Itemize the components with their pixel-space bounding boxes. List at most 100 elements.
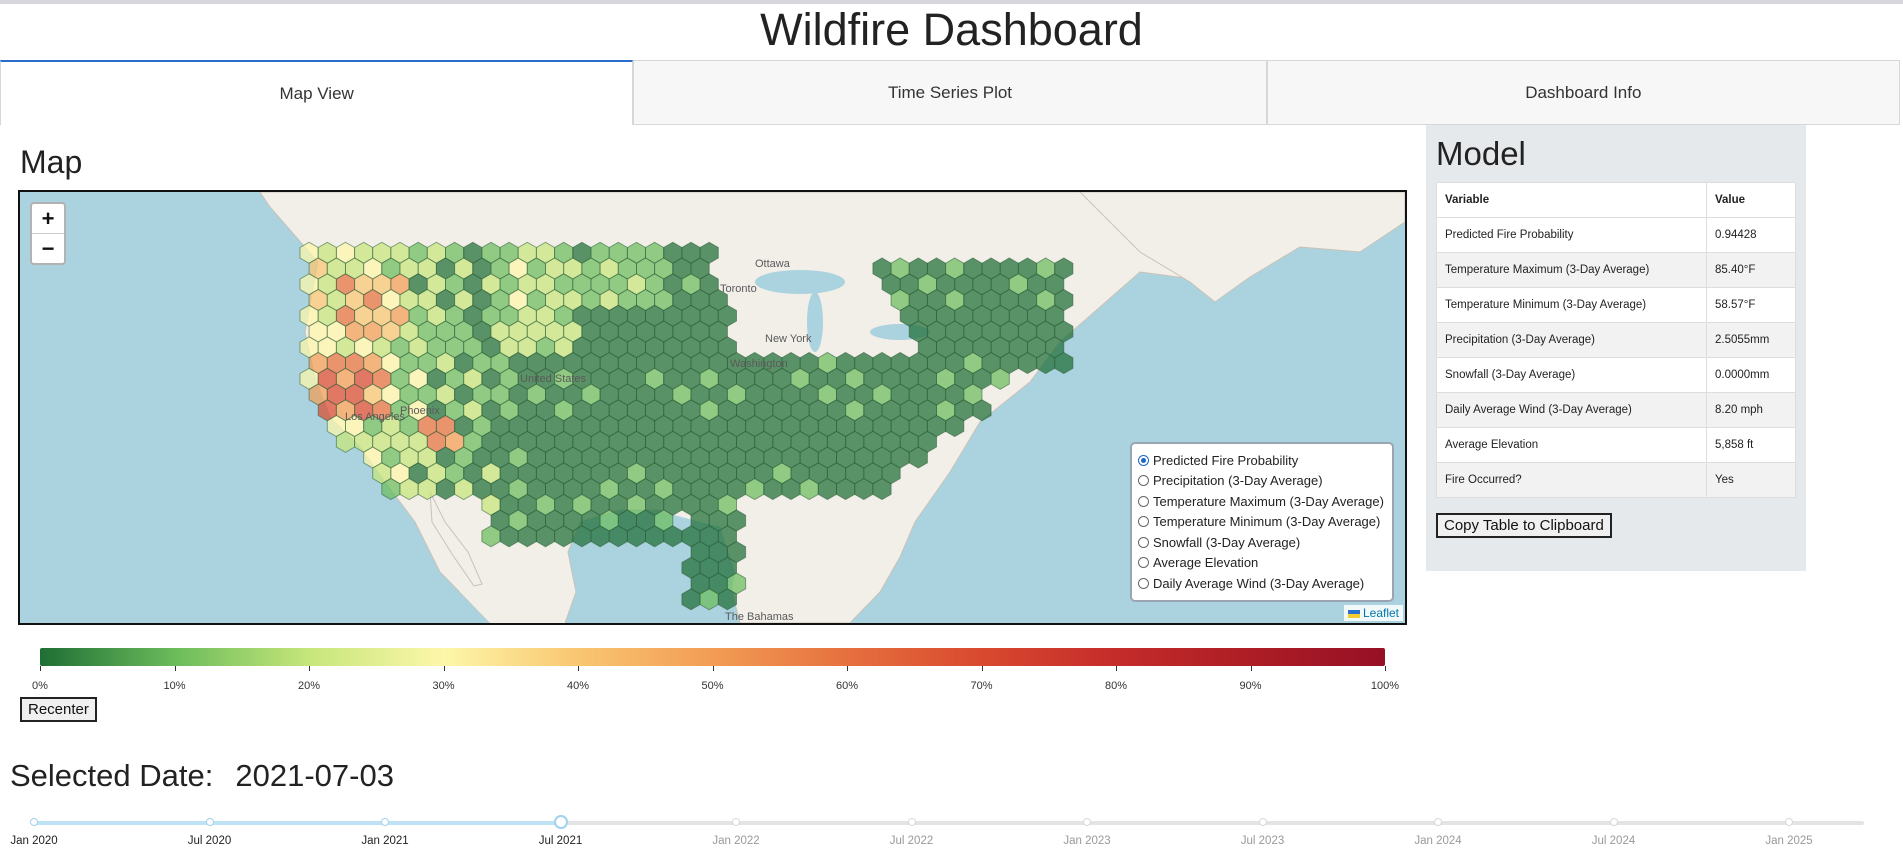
tab-time-series-plot[interactable]: Time Series Plot	[633, 60, 1267, 125]
hex-cell[interactable]	[435, 477, 456, 501]
hex-cell[interactable]	[763, 477, 783, 501]
hex-cell[interactable]	[781, 477, 801, 501]
hex-cell[interactable]	[799, 477, 819, 501]
column-header: Variable	[1436, 182, 1707, 218]
slider-mark-dot[interactable]	[1434, 818, 1442, 826]
zoom-out-button[interactable]: −	[32, 233, 64, 263]
hex-cell[interactable]	[972, 399, 992, 422]
map-attribution[interactable]: Leaflet	[1343, 605, 1403, 621]
hex-cell[interactable]	[399, 477, 419, 501]
slider-mark-label[interactable]: Jul 2023	[1241, 835, 1284, 847]
layer-option[interactable]: Daily Average Wind (3-Day Average)	[1138, 573, 1386, 594]
radio-icon[interactable]	[1138, 454, 1149, 466]
hex-cell[interactable]	[381, 477, 401, 501]
slider-mark-dot[interactable]	[1083, 818, 1091, 826]
table-row: Predicted Fire Probability 0.94428	[1436, 217, 1796, 253]
layer-option[interactable]: Snowfall (3-Day Average)	[1138, 532, 1386, 553]
slider-track	[34, 821, 561, 825]
map-container[interactable]: Ottawa Toronto New York Washington United St…	[18, 190, 1407, 625]
map-place-label: Phoenix	[400, 405, 440, 417]
hex-cell[interactable]	[645, 525, 665, 548]
hex-cell[interactable]	[517, 525, 537, 548]
hex-cell[interactable]	[590, 525, 610, 548]
variable-cell: Temperature Minimum (3-Day Average)	[1436, 287, 1707, 323]
hex-cell[interactable]	[1036, 351, 1056, 375]
hex-cell[interactable]	[626, 525, 646, 548]
layer-option-label: Temperature Minimum (3-Day Average)	[1153, 514, 1381, 530]
hex-cell[interactable]	[945, 414, 965, 438]
slider-mark-label[interactable]: Jan 2020	[10, 835, 57, 847]
hex-cell[interactable]	[481, 525, 501, 548]
slider-handle[interactable]	[553, 815, 568, 829]
hex-cell[interactable]	[836, 477, 856, 501]
value-cell: 0.0000mm	[1706, 357, 1796, 393]
radio-icon[interactable]	[1138, 495, 1149, 507]
model-heading: Model	[1436, 135, 1526, 172]
radio-icon[interactable]	[1138, 475, 1149, 487]
hex-cell[interactable]	[535, 525, 556, 548]
slider-mark-dot[interactable]	[381, 818, 389, 826]
layer-option[interactable]: Temperature Maximum (3-Day Average)	[1138, 491, 1386, 512]
slider-mark-label[interactable]: Jan 2022	[712, 835, 759, 847]
hex-cell[interactable]	[908, 446, 928, 469]
map-place-label: Ottawa	[755, 258, 791, 270]
hex-cell[interactable]	[499, 525, 519, 548]
slider-mark-label[interactable]: Jan 2023	[1063, 835, 1110, 847]
slider-mark-dot[interactable]	[1785, 818, 1793, 826]
layer-option[interactable]: Predicted Fire Probability	[1138, 450, 1386, 471]
hex-cell[interactable]	[699, 588, 719, 611]
slider-mark-label[interactable]: Jul 2024	[1592, 835, 1635, 847]
slider-mark-dot[interactable]	[205, 818, 214, 826]
radio-icon[interactable]	[1138, 536, 1149, 548]
tab-map-view[interactable]: Map View	[0, 60, 634, 125]
copy-table-button[interactable]: Copy Table to Clipboard	[1436, 513, 1612, 538]
zoom-in-button[interactable]: +	[32, 204, 64, 233]
hex-cell[interactable]	[1017, 351, 1038, 375]
slider-mark-label[interactable]: Jan 2021	[361, 835, 408, 847]
selected-date: Selected Date: 2021-07-03	[10, 758, 394, 794]
hex-cell[interactable]	[554, 525, 574, 548]
colorbar-tick-label: 10%	[163, 680, 186, 692]
hex-cell[interactable]	[335, 430, 356, 453]
radio-icon[interactable]	[1138, 516, 1149, 528]
hex-cell[interactable]	[663, 525, 683, 548]
hex-cell[interactable]	[454, 477, 474, 501]
slider-mark-dot[interactable]	[732, 818, 740, 826]
color-scale-bar	[40, 648, 1385, 666]
color-scale-ticks: 0% 10% 20% 30% 40% 50% 60% 70% 80% 90% 100%	[32, 666, 1399, 696]
recenter-button[interactable]: Recenter	[20, 697, 97, 722]
radio-icon[interactable]	[1138, 557, 1149, 569]
slider-mark-dot[interactable]	[1609, 818, 1618, 826]
hex-cell[interactable]	[608, 525, 628, 548]
slider-mark-label[interactable]: Jan 2025	[1765, 835, 1812, 847]
layer-option[interactable]: Average Elevation	[1138, 553, 1386, 574]
hex-cell[interactable]	[1054, 351, 1074, 375]
date-slider[interactable]: Jan 2020 Jul 2020 Jan 2021 Jul 2021 Jan 2022…	[10, 815, 1864, 857]
variable-cell: Predicted Fire Probability	[1436, 217, 1707, 253]
hex-cell[interactable]	[417, 477, 437, 501]
hex-cell[interactable]	[717, 588, 737, 611]
attribution-link[interactable]: Leaflet	[1363, 606, 1399, 620]
layer-option[interactable]: Temperature Minimum (3-Day Average)	[1138, 512, 1386, 533]
model-table: Variable Value Predicted Fire Probabilit…	[1436, 182, 1796, 498]
slider-mark-dot[interactable]	[1258, 818, 1267, 826]
slider-mark-dot[interactable]	[30, 818, 38, 826]
hex-cell[interactable]	[817, 477, 837, 501]
hex-cell[interactable]	[745, 477, 765, 501]
radio-icon[interactable]	[1138, 577, 1149, 589]
colorbar-tick-label: 100%	[1370, 680, 1400, 692]
slider-mark-label[interactable]: Jul 2021	[539, 835, 582, 847]
hex-cell[interactable]	[872, 477, 892, 501]
hex-cell[interactable]	[681, 588, 701, 611]
tab-dashboard-info[interactable]: Dashboard Info	[1266, 60, 1900, 125]
slider-mark-dot[interactable]	[907, 818, 916, 826]
ukraine-flag-icon	[1347, 609, 1360, 618]
slider-mark-label[interactable]: Jul 2022	[890, 835, 933, 847]
hex-cell[interactable]	[854, 477, 874, 501]
colorbar-tick	[40, 666, 41, 671]
slider-mark-label[interactable]: Jul 2020	[188, 835, 231, 847]
layer-option[interactable]: Precipitation (3-Day Average)	[1138, 471, 1386, 492]
slider-mark-label[interactable]: Jan 2024	[1414, 835, 1461, 847]
hex-cell[interactable]	[990, 367, 1010, 390]
hex-cell[interactable]	[572, 525, 592, 548]
